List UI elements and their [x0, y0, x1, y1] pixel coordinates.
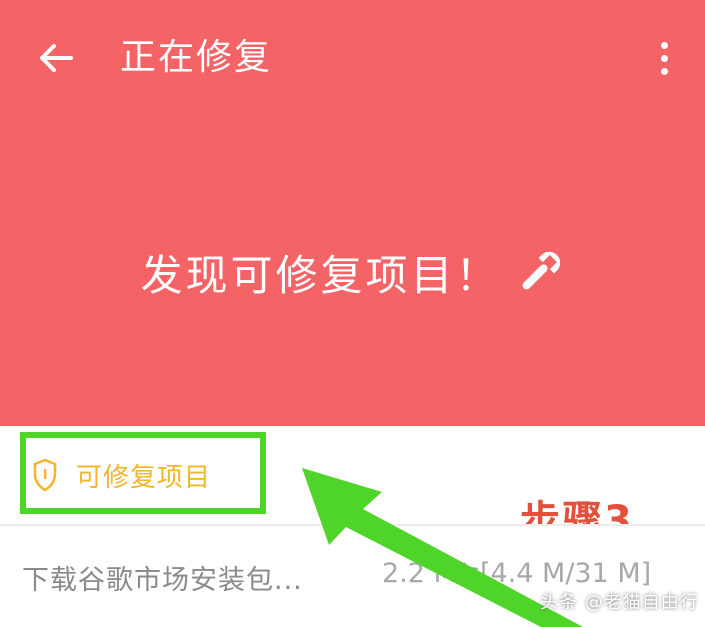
hero-banner: 正在修复 发现可修复项目！	[0, 0, 705, 426]
watermark: 头条 @老猫自由行	[540, 592, 699, 613]
screen: 正在修复 发现可修复项目！ 可修复项目 步骤3 下载谷歌市场安装包... 2.2…	[0, 0, 705, 627]
more-options-button[interactable]	[640, 30, 688, 86]
hero-message: 发现可修复项目！	[0, 240, 705, 304]
page-title: 正在修复	[120, 37, 273, 78]
back-button[interactable]	[28, 30, 84, 86]
list-item-progress: 2.2 M/s[4.4 M/31 M]	[382, 558, 652, 589]
annotation-highlight-box	[20, 432, 266, 514]
arrow-left-icon	[40, 44, 73, 72]
list-item-name: 下载谷歌市场安装包...	[22, 565, 303, 596]
wrench-icon	[522, 251, 560, 290]
hero-message-text: 发现可修复项目！	[140, 250, 501, 300]
more-vertical-icon	[660, 41, 668, 49]
